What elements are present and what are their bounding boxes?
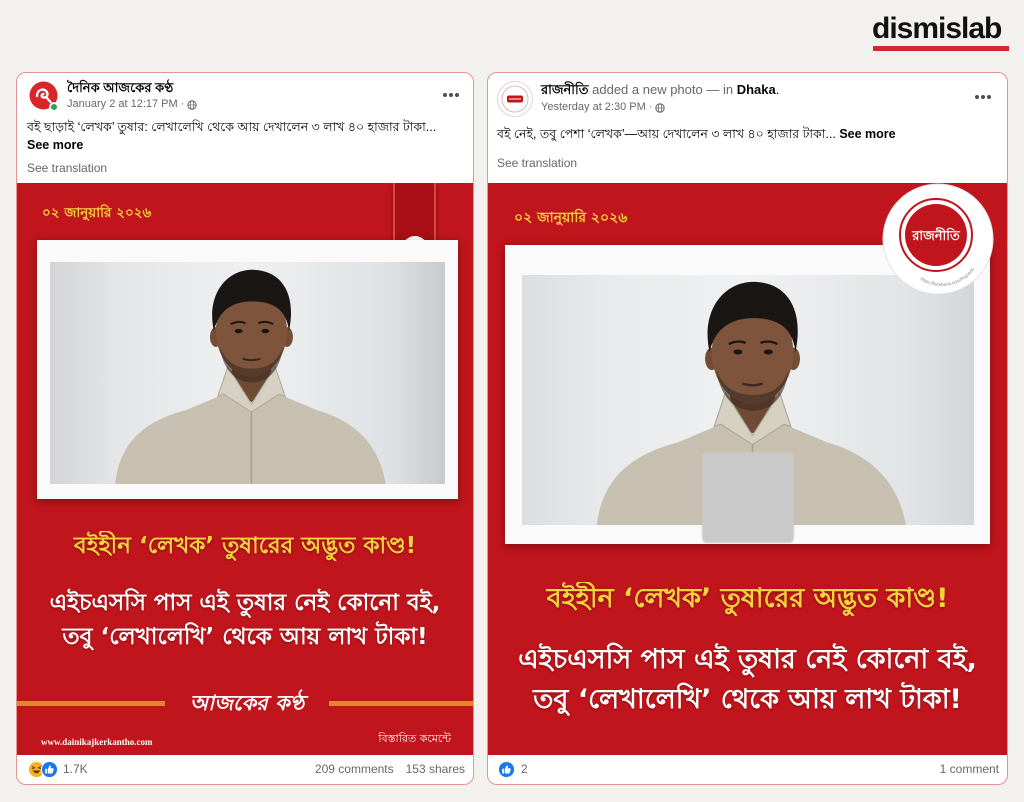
rajneeti-circle-logo: রাজনীতি https://facebook.com/Rajneeti	[882, 183, 994, 295]
reaction-count[interactable]: 2	[521, 762, 528, 777]
photo-frame	[37, 240, 458, 499]
post-caption: বই ছাড়াই ‘লেখক’ তুষার: লেখালেখি থেকে আয…	[27, 118, 457, 154]
person-photo	[50, 262, 445, 484]
engagement-stats: 1 comment	[940, 762, 999, 777]
like-icon[interactable]	[41, 761, 58, 778]
rajneeti-avatar-logo-icon	[497, 81, 533, 117]
location-link[interactable]: Dhaka	[737, 82, 776, 97]
location-end: .	[775, 82, 780, 97]
online-status-dot	[49, 102, 59, 112]
meta-separator: ·	[648, 101, 653, 113]
post-meta: January 2 at 12:17 PM ·	[67, 97, 198, 112]
reaction-count[interactable]: 1.7K	[63, 762, 88, 777]
dismislab-logo: dismislab	[872, 12, 1012, 54]
post-caption-text: বই নেই, তবু পেশা ‘লেখক’—আয় দেখালেন ৩ লা…	[497, 127, 836, 141]
comments-count-link[interactable]: 209 comments	[315, 762, 394, 777]
person-photo-image	[50, 262, 445, 484]
card-website: www.dainikajkerkantho.com	[41, 737, 153, 747]
post-timestamp-link[interactable]: Yesterday at 2:30 PM	[541, 100, 646, 115]
rajneeti-logo-icon: রাজনীতি https://facebook.com/Rajneeti	[882, 183, 994, 295]
more-options-icon[interactable]	[975, 95, 991, 99]
banner-bar-left	[17, 701, 165, 706]
more-options-icon[interactable]	[443, 93, 459, 97]
globe-icon	[655, 102, 666, 113]
rajneeti-logo-text: রাজনীতি	[911, 227, 961, 244]
post-caption: বই নেই, তবু পেশা ‘লেখক’—আয় দেখালেন ৩ লা…	[497, 125, 991, 143]
card-details-note: বিস্তারিত কমেন্টে	[378, 732, 451, 745]
see-translation-link[interactable]: See translation	[497, 155, 577, 171]
card-subline-1: এইচএসসি পাস এই তুষার নেই কোনো বই,	[518, 644, 977, 675]
post-timestamp-link[interactable]: January 2 at 12:17 PM	[67, 97, 178, 112]
meta-separator: ·	[180, 98, 185, 110]
card-subline-2: তবু ‘লেখালেখি’ থেকে আয় লাখ টাকা!	[533, 684, 962, 715]
card-headline: বইহীন ‘লেখক’ তুষারের অদ্ভুত কাণ্ড!	[73, 533, 417, 559]
post-meta: Yesterday at 2:30 PM ·	[541, 100, 666, 115]
see-translation-link[interactable]: See translation	[27, 160, 107, 176]
post-caption-text: বই ছাড়াই ‘লেখক’ তুষার: লেখালেখি থেকে আয…	[27, 120, 437, 134]
card-headline: বইহীন ‘লেখক’ তুষারের অদ্ভুত কাণ্ড!	[546, 583, 949, 614]
see-more-link[interactable]: See more	[27, 138, 83, 152]
post-image[interactable]: ০২ জানুয়ারি ২০২৬	[17, 183, 473, 755]
card-date: ০২ জানুয়ারি ২০২৬	[42, 205, 152, 221]
page-name-link[interactable]: রাজনীতি	[541, 82, 589, 97]
post-footer: 1.7K 209 comments 153 shares	[17, 755, 473, 783]
shares-count-link[interactable]: 153 shares	[406, 762, 465, 777]
facebook-post-ajker-kantho: দৈনিক আজকের কণ্ঠ January 2 at 12:17 PM ·…	[16, 72, 474, 785]
card-subline-1: এইচএসসি পাস এই তুষার নেই কোনো বই,	[49, 590, 441, 616]
facebook-post-rajneeti: রাজনীতি added a new photo — in Dhaka. Ye…	[487, 72, 1008, 785]
engagement-stats: 209 comments 153 shares	[315, 762, 465, 777]
card-date: ০২ জানুয়ারি ২০২৬	[514, 210, 628, 226]
ajker-kantho-wordmark: আজকের কণ্ঠ	[189, 691, 305, 715]
banner-bar-right	[329, 701, 473, 706]
globe-icon	[187, 99, 198, 110]
post-image[interactable]: ০২ জানুয়ারি ২০২৬	[488, 183, 1007, 755]
page-name-link[interactable]: দৈনিক আজকের কণ্ঠ	[67, 79, 173, 96]
see-more-link[interactable]: See more	[839, 127, 895, 141]
post-footer: 2 1 comment	[488, 755, 1007, 783]
card-subline-2: তবু ‘লেখালেখি’ থেকে আয় লাখ টাকা!	[62, 624, 428, 650]
dismislab-logo-text: dismislab	[872, 12, 1002, 45]
dismislab-logo-underline	[873, 46, 1009, 51]
post-action-text: added a new photo — in	[592, 82, 734, 97]
page-avatar[interactable]	[497, 81, 533, 117]
comments-count-link[interactable]: 1 comment	[940, 762, 999, 777]
like-icon[interactable]	[498, 761, 515, 778]
blurred-overlay-box	[702, 452, 794, 543]
post-header-line: রাজনীতি added a new photo — in Dhaka.	[541, 81, 779, 98]
